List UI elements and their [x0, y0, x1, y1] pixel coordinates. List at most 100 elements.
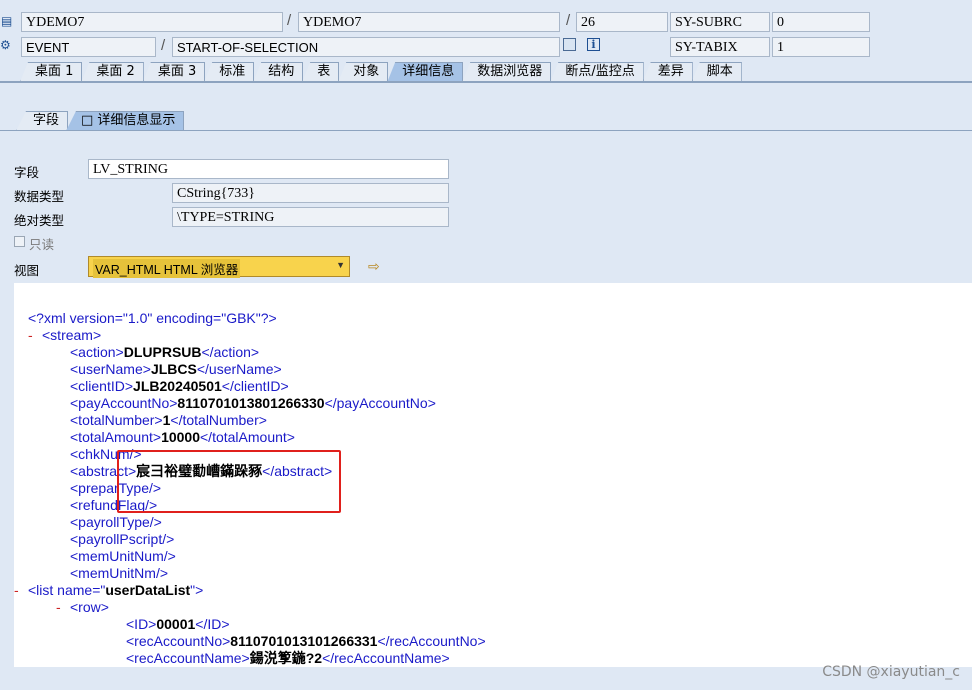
tab-2[interactable]: 桌面 3: [142, 62, 206, 82]
xml-open-tag: <action>: [70, 344, 124, 360]
abstype-label: 绝对类型: [14, 213, 65, 228]
subtab-detail[interactable]: □ 详细信息显示: [66, 111, 185, 131]
xml-value: JLB20240501: [133, 378, 222, 394]
xml-content: <payrollPscript/>: [70, 531, 174, 548]
collapse-toggle[interactable]: -: [28, 327, 33, 344]
xml-open-tag: <list name=": [28, 582, 106, 598]
event-name-field[interactable]: START-OF-SELECTION: [172, 37, 560, 57]
collapse-toggle[interactable]: -: [14, 582, 19, 599]
xml-value: 鍚涚箰鍦?2: [249, 650, 323, 666]
readonly-label: 只读: [29, 237, 55, 252]
abstype-value: \TYPE=STRING: [172, 207, 449, 227]
tab-0[interactable]: 桌面 1: [20, 62, 83, 82]
xml-content: <memUnitNum/>: [70, 548, 176, 565]
xml-content: <totalAmount>10000</totalAmount>: [70, 429, 295, 446]
info-icon[interactable]: i: [587, 38, 600, 51]
program-field[interactable]: YDEMO7: [21, 12, 283, 32]
highlight-box: [117, 450, 341, 513]
xml-value: 8110701013801266330: [177, 395, 325, 411]
tab-11[interactable]: 脚本: [691, 62, 742, 82]
watermark: CSDN @xiayutian_c: [822, 664, 960, 680]
xml-close-tag: </action>: [201, 344, 260, 360]
program-icon: ▤: [1, 14, 13, 28]
xml-value: userDataList: [105, 582, 191, 598]
xml-open-tag: <totalNumber>: [70, 412, 163, 428]
xml-content: <list name="userDataList">: [28, 582, 203, 599]
xml-close-tag: </clientID>: [221, 378, 289, 394]
sysvar-name-2[interactable]: SY-TABIX: [670, 37, 770, 57]
xml-content: <recAccountName>鍚涚箰鍦?2</recAccountName>: [126, 650, 450, 667]
xml-open-tag: <payAccountNo>: [70, 395, 178, 411]
tab-1[interactable]: 桌面 2: [81, 62, 144, 82]
tab-7[interactable]: 详细信息: [387, 62, 464, 82]
event-type-field[interactable]: EVENT: [21, 37, 156, 57]
collapse-toggle[interactable]: -: [56, 599, 61, 616]
xml-close-tag: </payAccountNo>: [324, 395, 436, 411]
field-name-input[interactable]: LV_STRING: [88, 159, 449, 179]
include-field[interactable]: YDEMO7: [298, 12, 560, 32]
xml-open-tag: <memUnitNum/>: [70, 548, 176, 564]
xml-open-tag: <?xml version="1.0" encoding="GBK"?>: [28, 310, 277, 326]
tab-10[interactable]: 差异: [642, 62, 693, 82]
xml-content: <row>: [70, 599, 109, 616]
subtab-bar: 字段 □ 详细信息显示: [16, 111, 185, 131]
tab-5[interactable]: 表: [302, 62, 340, 82]
separator-slash: /: [161, 37, 166, 54]
xml-close-tag: </recAccountNo>: [377, 633, 486, 649]
view-select-value: VAR_HTML HTML 浏览器: [93, 259, 241, 278]
xml-close-tag: </ID>: [195, 616, 230, 632]
xml-open-tag: <userName>: [70, 361, 151, 377]
xml-content: <totalNumber>1</totalNumber>: [70, 412, 267, 429]
separator-slash: /: [566, 12, 571, 29]
xml-open-tag: <recAccountNo>: [126, 633, 231, 649]
field-label: 字段: [14, 165, 40, 180]
chevron-down-icon[interactable]: ▼: [336, 260, 345, 270]
xml-open-tag: <stream>: [42, 327, 102, 343]
tab-9[interactable]: 断点/监控点: [550, 62, 644, 82]
xml-content: <userName>JLBCS</userName>: [70, 361, 282, 378]
xml-value: 8110701013101266331: [230, 633, 378, 649]
tab-bar: 桌面 1 桌面 2 桌面 3 标准 结构表对象 详细信息 数据浏览器 断点/监控点 差异 脚本: [20, 62, 742, 82]
xml-content: <payrollType/>: [70, 514, 162, 531]
xml-content: <ID>00001</ID>: [126, 616, 230, 633]
xml-value: JLBCS: [150, 361, 197, 377]
xml-close-tag: </totalNumber>: [170, 412, 267, 428]
xml-content: <memUnitNm/>: [70, 565, 168, 582]
xml-close-tag: ">: [190, 582, 204, 598]
tab-6[interactable]: 对象: [338, 62, 389, 82]
xml-open-tag: <row>: [70, 599, 109, 615]
xml-close-tag: </totalAmount>: [200, 429, 295, 445]
xml-open-tag: <totalAmount>: [70, 429, 162, 445]
view-label: 视图: [14, 263, 40, 278]
xml-content: <recAccountNo>8110701013101266331</recAc…: [126, 633, 486, 650]
datatype-value: CString{733}: [172, 183, 449, 203]
xml-open-tag: <clientID>: [70, 378, 134, 394]
xml-open-tag: <memUnitNm/>: [70, 565, 169, 581]
separator-slash: /: [287, 12, 292, 29]
xml-close-tag: </recAccountName>: [322, 650, 450, 666]
xml-open-tag: <payrollPscript/>: [70, 531, 175, 547]
xml-content: <stream>: [42, 327, 101, 344]
tab-4[interactable]: 结构: [253, 62, 304, 82]
subtab-divider: [0, 130, 972, 131]
sysvar-name-1[interactable]: SY-SUBRC: [670, 12, 770, 32]
xml-content: <payAccountNo>8110701013801266330</payAc…: [70, 395, 436, 412]
line-field[interactable]: 26: [576, 12, 668, 32]
xml-content: <action>DLUPRSUB</action>: [70, 344, 259, 361]
sysvar-value-1[interactable]: 0: [772, 12, 870, 32]
tab-8[interactable]: 数据浏览器: [462, 62, 552, 82]
datatype-label: 数据类型: [14, 189, 65, 204]
readonly-checkbox[interactable]: [14, 236, 25, 247]
xml-open-tag: <recAccountName>: [126, 650, 250, 666]
tab-3[interactable]: 标准: [204, 62, 255, 82]
xml-value: DLUPRSUB: [123, 344, 202, 360]
layout-icon[interactable]: [563, 38, 576, 51]
xml-open-tag: <payrollType/>: [70, 514, 162, 530]
subtab-field[interactable]: 字段: [16, 111, 69, 131]
xml-open-tag: <ID>: [126, 616, 157, 632]
view-select[interactable]: VAR_HTML HTML 浏览器 ▼: [88, 256, 350, 278]
sysvar-value-2[interactable]: 1: [772, 37, 870, 57]
event-icon: ⚙: [0, 38, 11, 52]
transfer-icon[interactable]: ⇨: [368, 258, 380, 275]
xml-value: 00001: [156, 616, 196, 632]
